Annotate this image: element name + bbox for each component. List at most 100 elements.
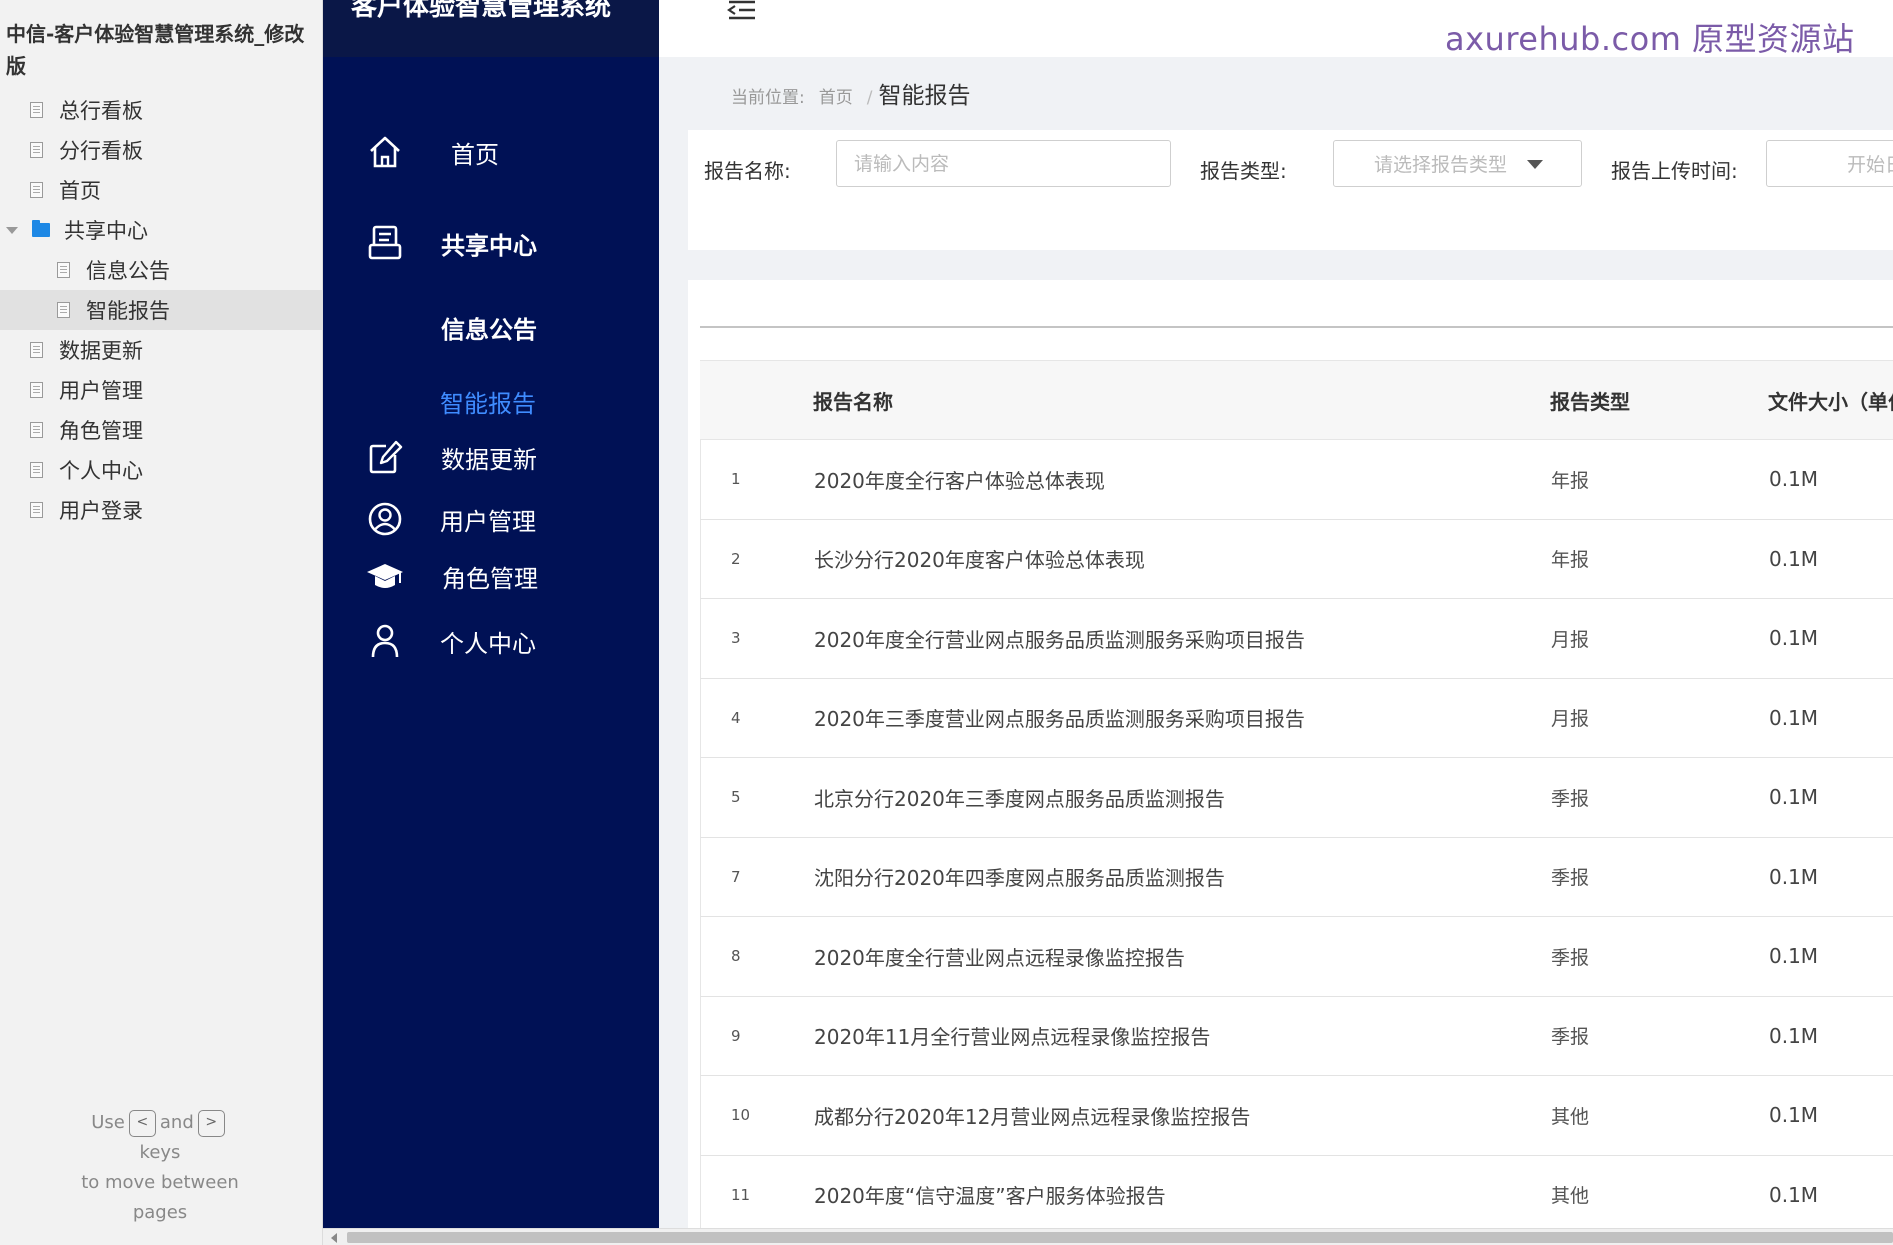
row-report-type: 季报 xyxy=(1551,867,1590,890)
row-report-type: 月报 xyxy=(1551,708,1590,731)
row-file-size: 0.1M xyxy=(1769,467,1819,492)
row-report-name: 2020年三季度营业网点服务品质监测服务采购项目报告 xyxy=(814,707,1305,732)
tree-item-label: 个人中心 xyxy=(59,459,143,483)
nav-home[interactable]: 首页 xyxy=(323,130,659,174)
table-row[interactable]: 7 沈阳分行2020年四季度网点服务品质监测报告 季报 0.1M xyxy=(700,837,1893,917)
tree-item-smart-report[interactable]: 智能报告 xyxy=(0,290,322,330)
row-report-type: 季报 xyxy=(1551,1026,1590,1049)
report-name-input[interactable] xyxy=(836,140,1171,187)
row-index: 1 xyxy=(731,470,741,489)
row-report-type: 月报 xyxy=(1551,628,1590,651)
nav-user-management[interactable]: 用户管理 xyxy=(323,497,659,541)
tree-item-total-dashboard[interactable]: 总行看板 xyxy=(0,90,322,130)
expand-caret-icon[interactable] xyxy=(6,226,18,234)
breadcrumb-home-link[interactable]: 首页 xyxy=(819,83,853,108)
scrollbar-thumb[interactable] xyxy=(347,1232,1893,1243)
tree-item-user-login[interactable]: 用户登录 xyxy=(0,490,322,530)
report-table-card: 报告名称 报告类型 文件大小（单位） 1 2020年度全行客户体验总体表现 年报 0.… xyxy=(688,280,1893,1228)
upload-time-label: 报告上传时间: xyxy=(1611,159,1738,183)
row-index: 10 xyxy=(731,1106,751,1125)
tree-item-role-management[interactable]: 角色管理 xyxy=(0,410,322,450)
scroll-left-icon[interactable] xyxy=(331,1233,337,1243)
breadcrumb-prefix: 当前位置: xyxy=(731,88,805,108)
tree-item-label: 信息公告 xyxy=(86,259,170,283)
breadcrumb-separator: / xyxy=(866,88,873,108)
tree-item-data-update[interactable]: 数据更新 xyxy=(0,330,322,370)
nav-announcements[interactable]: 信息公告 xyxy=(323,305,659,349)
nav-label: 角色管理 xyxy=(442,564,538,593)
row-report-type: 季报 xyxy=(1551,946,1590,969)
row-file-size: 0.1M xyxy=(1769,705,1819,730)
divider xyxy=(700,326,1893,328)
report-type-label: 报告类型: xyxy=(1200,159,1287,183)
nav-label: 智能报告 xyxy=(440,389,536,418)
nav-data-update[interactable]: 数据更新 xyxy=(323,435,659,479)
start-date-input[interactable]: 开始日期 xyxy=(1766,140,1893,187)
tree-item-label: 总行看板 xyxy=(59,99,143,123)
menu-collapse-icon[interactable] xyxy=(725,0,759,28)
row-file-size: 0.1M xyxy=(1769,864,1819,889)
tree-item-branch-dashboard[interactable]: 分行看板 xyxy=(0,130,322,170)
nav-label: 用户管理 xyxy=(440,507,536,536)
nav-label: 数据更新 xyxy=(441,445,537,474)
nav-role-management[interactable]: 角色管理 xyxy=(323,554,659,598)
tree-item-personal-center[interactable]: 个人中心 xyxy=(0,450,322,490)
watermark: axurehub.com 原型资源站 xyxy=(1445,20,1855,58)
nav-label: 信息公告 xyxy=(441,315,537,344)
tree-item-label: 角色管理 xyxy=(59,419,143,443)
page-icon xyxy=(30,342,43,358)
row-report-name: 2020年度全行营业网点服务品质监测服务采购项目报告 xyxy=(814,627,1305,652)
row-report-name: 2020年度全行客户体验总体表现 xyxy=(814,468,1105,493)
row-index: 4 xyxy=(731,708,741,727)
table-row[interactable]: 10 成都分行2020年12月营业网点远程录像监控报告 其他 0.1M xyxy=(700,1076,1893,1156)
tree-item-label: 用户管理 xyxy=(59,379,143,403)
nav-label: 个人中心 xyxy=(440,629,536,658)
nav-share-center[interactable]: 共享中心 xyxy=(323,221,659,265)
tree-folder-share-center[interactable]: 共享中心 xyxy=(0,210,322,250)
report-name-label: 报告名称: xyxy=(704,159,791,183)
prev-key-icon: < xyxy=(128,1109,156,1137)
hint-text: keys xyxy=(139,1142,181,1163)
report-type-select[interactable]: 请选择报告类型 xyxy=(1333,140,1582,187)
next-key-icon: > xyxy=(197,1109,225,1137)
table-row[interactable]: 2 长沙分行2020年度客户体验总体表现 年报 0.1M xyxy=(700,519,1893,599)
table-row[interactable]: 5 北京分行2020年三季度网点服务品质监测报告 季报 0.1M xyxy=(700,758,1893,838)
table-row[interactable]: 3 2020年度全行营业网点服务品质监测服务采购项目报告 月报 0.1M xyxy=(700,599,1893,679)
project-title: 中信-客户体验智慧管理系统_修改版 xyxy=(6,22,305,78)
page-icon xyxy=(57,262,70,278)
page-icon xyxy=(30,182,43,198)
header-report-name: 报告名称 xyxy=(813,389,893,414)
row-report-name: 成都分行2020年12月营业网点远程录像监控报告 xyxy=(814,1104,1251,1129)
edit-icon xyxy=(365,437,405,477)
table-header-row: 报告名称 报告类型 文件大小（单位） xyxy=(700,360,1893,440)
row-index: 8 xyxy=(731,947,741,966)
horizontal-scrollbar[interactable] xyxy=(323,1228,1893,1245)
report-table: 报告名称 报告类型 文件大小（单位） 1 2020年度全行客户体验总体表现 年报 0.… xyxy=(700,360,1893,1228)
tree-item-label: 首页 xyxy=(59,179,101,203)
tree-item-home[interactable]: 首页 xyxy=(0,170,322,210)
table-row[interactable]: 8 2020年度全行营业网点远程录像监控报告 季报 0.1M xyxy=(700,917,1893,997)
row-file-size: 0.1M xyxy=(1769,546,1819,571)
table-row[interactable]: 1 2020年度全行客户体验总体表现 年报 0.1M xyxy=(700,440,1893,520)
tree-item-announcements[interactable]: 信息公告 xyxy=(0,250,322,290)
header-file-size: 文件大小（单位） xyxy=(1768,389,1893,414)
row-report-type: 其他 xyxy=(1551,1185,1590,1208)
row-file-size: 0.1M xyxy=(1769,626,1819,651)
tree-item-user-management[interactable]: 用户管理 xyxy=(0,370,322,410)
row-report-name: 2020年11月全行营业网点远程录像监控报告 xyxy=(814,1025,1211,1050)
nav-personal-center[interactable]: 个人中心 xyxy=(323,619,659,663)
table-row[interactable]: 4 2020年三季度营业网点服务品质监测服务采购项目报告 月报 0.1M xyxy=(700,678,1893,758)
breadcrumb-current: 智能报告 xyxy=(878,83,971,109)
page-icon xyxy=(30,102,43,118)
row-report-type: 年报 xyxy=(1551,469,1590,492)
app-sidebar: 首页 共享中心 信息公告 智能报告 数据更新 用户管理 角色管理 个人中心 xyxy=(323,57,659,1228)
tree-item-label: 智能报告 xyxy=(86,299,170,323)
nav-smart-report[interactable]: 智能报告 xyxy=(323,379,659,423)
row-index: 5 xyxy=(731,788,741,807)
row-report-name: 2020年度全行营业网点远程录像监控报告 xyxy=(814,945,1185,970)
table-row[interactable]: 9 2020年11月全行营业网点远程录像监控报告 季报 0.1M xyxy=(700,996,1893,1076)
page-icon xyxy=(30,462,43,478)
row-report-type: 季报 xyxy=(1551,787,1590,810)
table-row[interactable]: 11 2020年度“信守温度”客户服务体验报告 其他 0.1M xyxy=(700,1155,1893,1228)
row-index: 2 xyxy=(731,549,741,568)
